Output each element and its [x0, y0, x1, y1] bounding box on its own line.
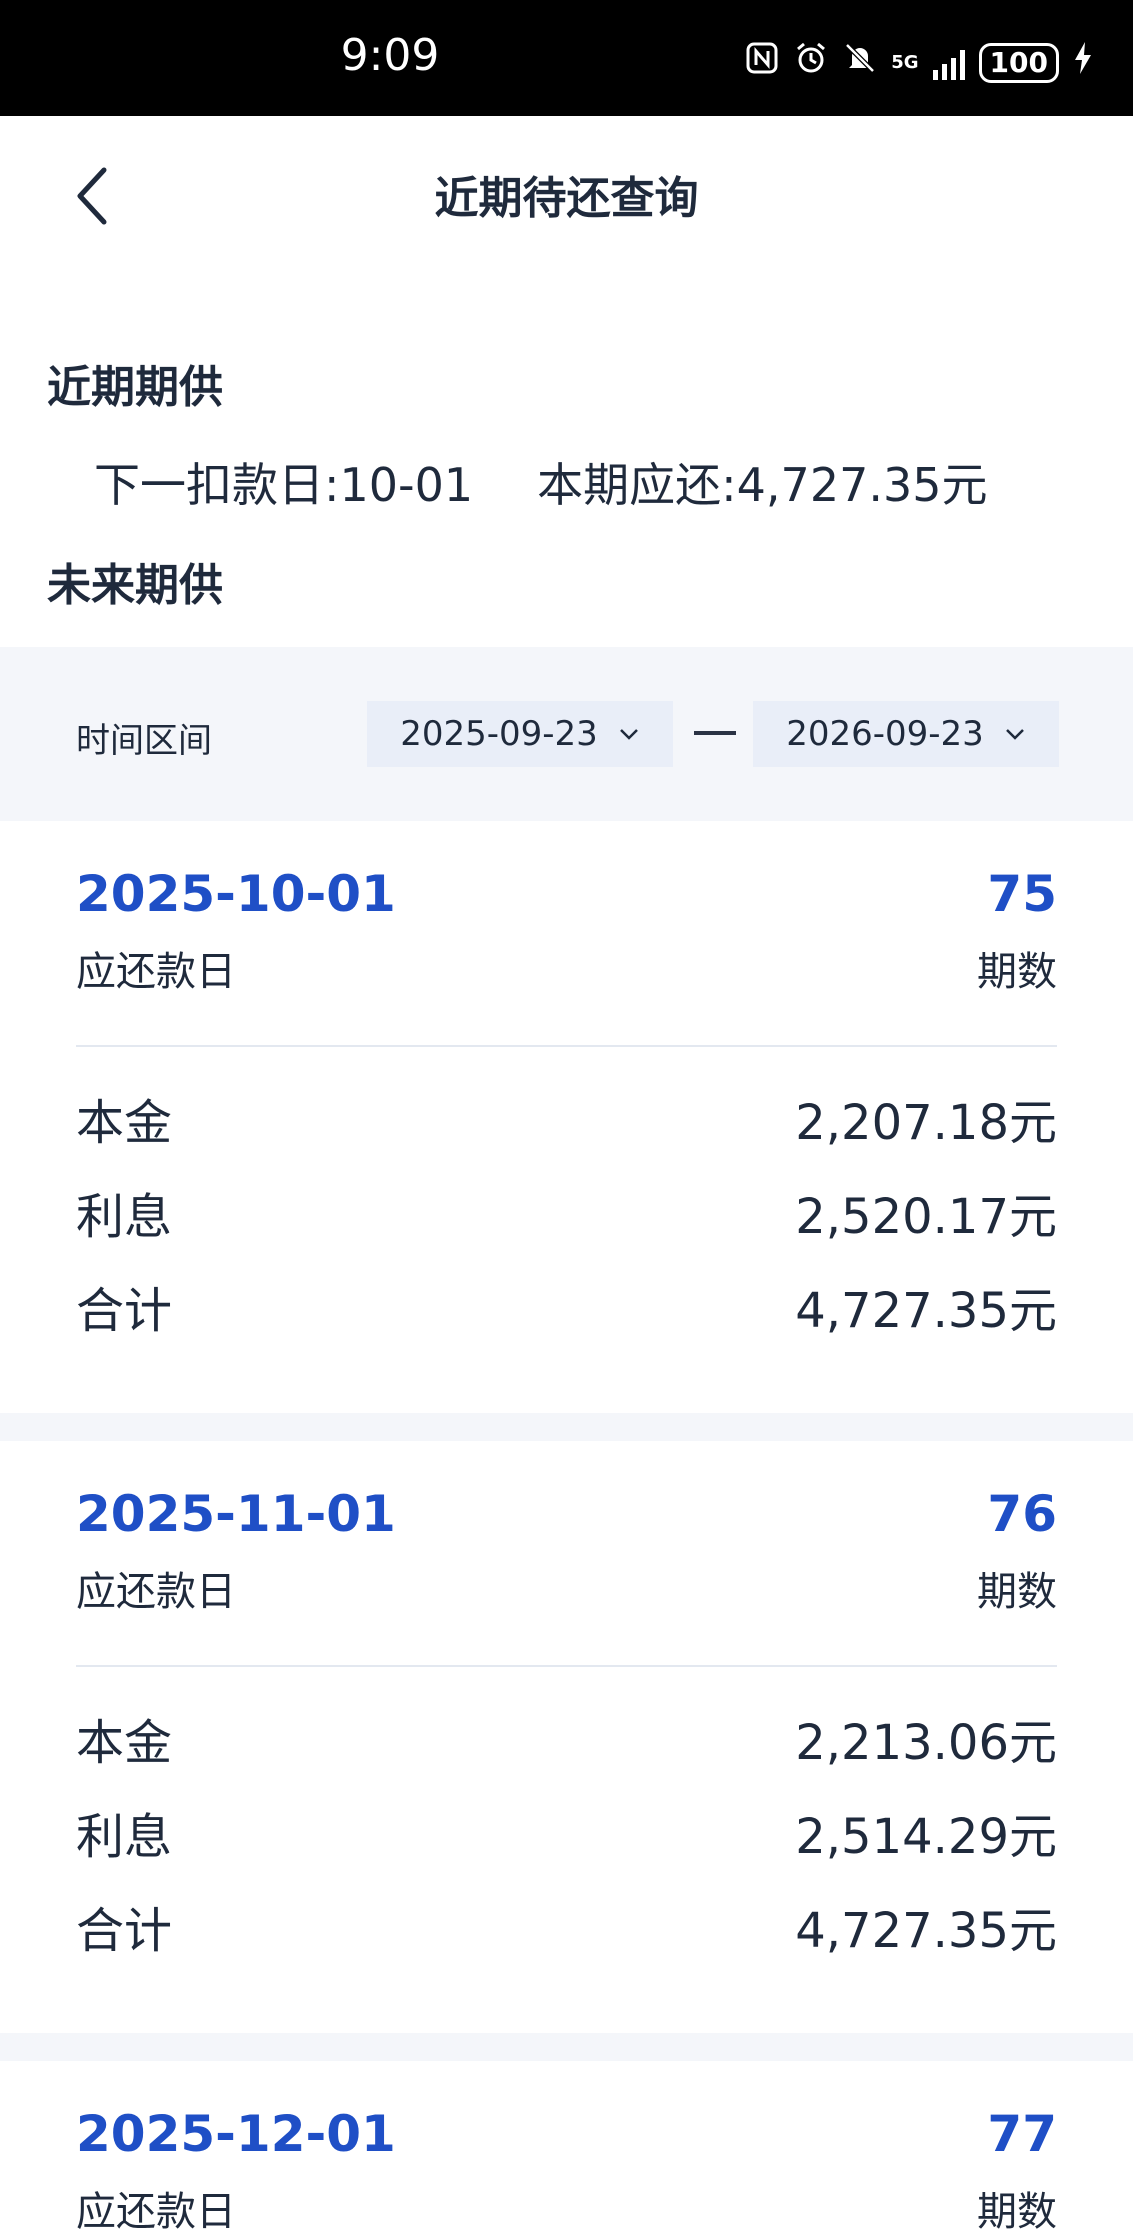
installment-card: 2025-10-01 75 应还款日 期数 本金 2,207.18元 利息 2,… — [0, 821, 1133, 1413]
date-range-label: 时间区间 — [76, 721, 212, 761]
end-date-select[interactable]: 2026-09-23 — [753, 701, 1059, 767]
future-section-title: 未来期供 — [47, 560, 223, 611]
principal-row: 本金 2,213.06元 — [76, 1707, 1057, 1771]
principal-row: 本金 2,207.18元 — [76, 1087, 1057, 1151]
row-label: 合计 — [76, 1903, 173, 1959]
signal-icon — [932, 46, 965, 80]
installment-card: 2025-12-01 77 应还款日 期数 — [0, 2061, 1133, 2237]
interest-row: 利息 2,514.29元 — [76, 1801, 1057, 1865]
charging-icon — [1073, 41, 1093, 84]
row-label: 本金 — [76, 1095, 173, 1151]
chevron-down-icon — [1005, 729, 1024, 740]
due-date: 2025-12-01 — [76, 2105, 396, 2163]
start-date-value: 2025-09-23 — [400, 714, 598, 754]
due-date: 2025-10-01 — [76, 865, 396, 923]
row-value: 2,520.17元 — [795, 1189, 1057, 1245]
installment-list: 2025-10-01 75 应还款日 期数 本金 2,207.18元 利息 2,… — [0, 821, 1133, 2237]
alarm-icon — [793, 40, 829, 85]
total-row: 合计 4,727.35元 — [76, 1275, 1057, 1339]
row-value: 2,514.29元 — [795, 1809, 1057, 1865]
due-date-label: 应还款日 — [76, 1569, 236, 1615]
next-deduction-date: 下一扣款日:10-01 — [94, 458, 474, 512]
chevron-down-icon — [619, 729, 638, 740]
row-value: 2,213.06元 — [795, 1715, 1057, 1771]
period-label: 期数 — [977, 2189, 1057, 2235]
period-label: 期数 — [977, 1569, 1057, 1615]
row-label: 利息 — [76, 1809, 173, 1865]
due-date-label: 应还款日 — [76, 949, 236, 995]
status-bar: 9:09 5G 100 — [0, 0, 1133, 116]
row-label: 合计 — [76, 1283, 173, 1339]
network-type: 5G — [891, 51, 919, 73]
date-range-filter: 时间区间 2025-09-23 2026-09-23 — [0, 647, 1133, 821]
start-date-select[interactable]: 2025-09-23 — [367, 701, 673, 767]
status-icons: 5G 100 — [745, 40, 1093, 85]
total-row: 合计 4,727.35元 — [76, 1895, 1057, 1959]
due-date-label: 应还款日 — [76, 2189, 236, 2235]
card-gap — [0, 1413, 1133, 1441]
page-title: 近期待还查询 — [434, 173, 699, 224]
recent-summary: 下一扣款日:10-01 本期应还:4,727.35元 — [0, 449, 1133, 515]
row-value: 4,727.35元 — [795, 1903, 1057, 1959]
period-number: 75 — [987, 865, 1057, 923]
row-label: 本金 — [76, 1715, 173, 1771]
card-gap — [0, 2033, 1133, 2061]
end-date-value: 2026-09-23 — [786, 714, 984, 754]
battery-icon: 100 — [978, 42, 1059, 83]
nfc-icon — [745, 41, 779, 84]
period-number: 77 — [987, 2105, 1057, 2163]
row-label: 利息 — [76, 1189, 173, 1245]
range-separator — [694, 731, 736, 735]
installment-card: 2025-11-01 76 应还款日 期数 本金 2,213.06元 利息 2,… — [0, 1441, 1133, 2033]
current-due-amount: 本期应还:4,727.35元 — [537, 458, 988, 512]
battery-level: 100 — [989, 46, 1048, 79]
due-date: 2025-11-01 — [76, 1485, 396, 1543]
period-label: 期数 — [977, 949, 1057, 995]
status-time: 9:09 — [340, 30, 440, 81]
interest-row: 利息 2,520.17元 — [76, 1181, 1057, 1245]
mute-icon — [843, 41, 877, 84]
recent-section-title: 近期期供 — [47, 362, 223, 413]
row-value: 2,207.18元 — [795, 1095, 1057, 1151]
period-number: 76 — [987, 1485, 1057, 1543]
row-value: 4,727.35元 — [795, 1283, 1057, 1339]
